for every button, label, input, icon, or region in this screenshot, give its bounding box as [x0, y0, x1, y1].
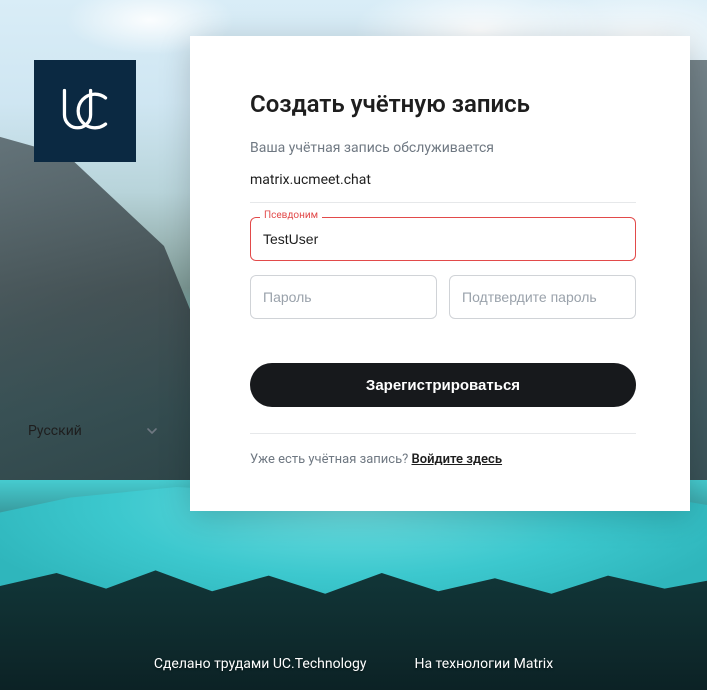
username-input[interactable]	[250, 217, 636, 261]
chevron-down-icon	[146, 425, 158, 437]
footer-right-link[interactable]: На технологии Matrix	[414, 656, 553, 672]
language-selected: Русский	[28, 423, 82, 439]
login-link[interactable]: Войдите здесь	[412, 452, 503, 467]
login-line: Уже есть учётная запись? Войдите здесь	[250, 452, 636, 467]
uc-logo-icon	[57, 83, 113, 139]
username-field-wrap: Псевдоним	[250, 217, 636, 261]
divider	[250, 202, 636, 203]
footer: Сделано трудами UC.Technology На техноло…	[0, 656, 707, 672]
brand-logo	[34, 60, 136, 162]
confirm-password-input[interactable]	[449, 275, 636, 319]
language-select[interactable]: Русский	[14, 412, 172, 450]
server-row: matrix.ucmeet.chat	[250, 172, 636, 188]
footer-left-link[interactable]: Сделано трудами UC.Technology	[154, 656, 367, 672]
password-input[interactable]	[250, 275, 437, 319]
username-label: Псевдоним	[260, 210, 322, 221]
server-host: matrix.ucmeet.chat	[250, 172, 371, 188]
server-subtitle: Ваша учётная запись обслуживается	[250, 140, 636, 156]
register-button[interactable]: Зарегистрироваться	[250, 363, 636, 407]
login-prompt: Уже есть учётная запись?	[250, 452, 412, 467]
password-row	[250, 275, 636, 319]
register-card: Создать учётную запись Ваша учётная запи…	[190, 36, 690, 511]
page-title: Создать учётную запись	[250, 90, 636, 118]
divider-bottom	[250, 433, 636, 434]
